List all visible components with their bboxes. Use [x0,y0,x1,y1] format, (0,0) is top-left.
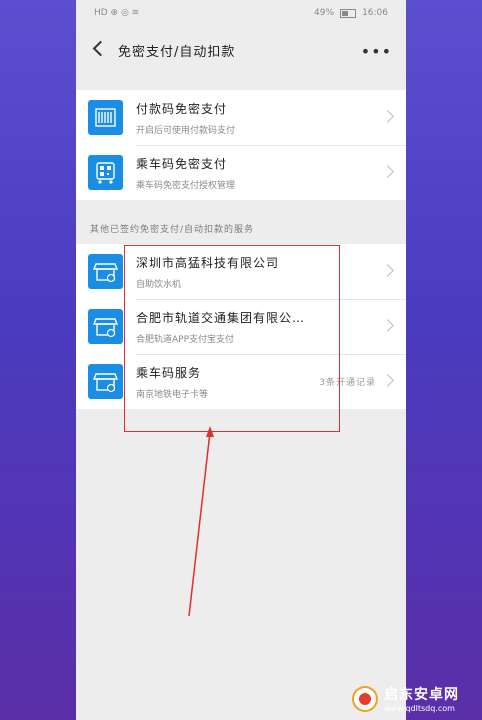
watermark-name: 启东安卓网 [384,687,459,703]
annotation-arrow [188,426,214,617]
watermark-url: www.qdltsdq.com [384,704,455,713]
watermark-logo-icon [352,685,378,712]
watermark: 启东安卓网 www.qdltsdq.com [352,684,459,713]
